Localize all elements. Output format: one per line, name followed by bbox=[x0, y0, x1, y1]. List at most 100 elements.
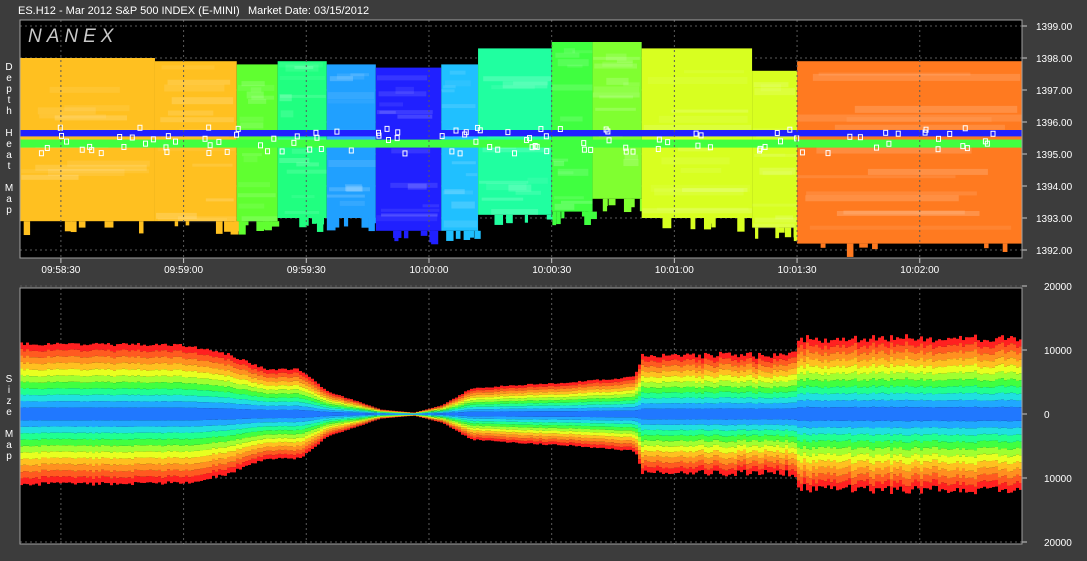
size-band-upper bbox=[545, 386, 548, 390]
size-band-lower bbox=[95, 432, 98, 439]
size-band-upper bbox=[266, 393, 269, 398]
size-band-upper bbox=[266, 385, 269, 390]
size-band-upper bbox=[212, 357, 215, 363]
size-band-upper bbox=[62, 388, 65, 395]
size-band-lower bbox=[341, 422, 344, 424]
size-band-upper bbox=[191, 377, 194, 384]
size-band-upper bbox=[563, 388, 566, 392]
size-band-lower bbox=[548, 414, 551, 417]
size-band-upper bbox=[569, 405, 572, 409]
size-band-upper bbox=[584, 396, 587, 400]
size-band-upper bbox=[260, 366, 263, 371]
size-band-upper bbox=[479, 399, 482, 403]
size-band-lower bbox=[248, 418, 251, 424]
size-band-upper bbox=[215, 385, 218, 392]
size-band-upper bbox=[437, 408, 440, 410]
size-band-lower bbox=[44, 451, 47, 458]
size-band-lower bbox=[161, 465, 164, 472]
size-band-lower bbox=[524, 416, 527, 420]
size-band-upper bbox=[176, 369, 179, 376]
size-band-upper bbox=[275, 394, 278, 399]
size-band-upper bbox=[26, 362, 29, 369]
size-band-upper bbox=[431, 412, 434, 413]
size-band-lower bbox=[185, 444, 188, 451]
size-band-upper bbox=[536, 395, 539, 398]
size-band-upper bbox=[68, 401, 71, 408]
size-band-lower bbox=[200, 438, 203, 445]
size-band-lower bbox=[437, 418, 440, 419]
size-band-lower bbox=[629, 430, 632, 434]
size-band-upper bbox=[551, 391, 554, 395]
size-band-upper bbox=[239, 389, 242, 395]
size-band-lower bbox=[242, 442, 245, 448]
size-band-upper bbox=[512, 406, 515, 409]
size-band-lower bbox=[545, 414, 548, 417]
size-band-lower bbox=[464, 433, 467, 436]
size-band-upper bbox=[68, 407, 71, 414]
size-band-upper bbox=[503, 398, 506, 402]
size-band-lower bbox=[134, 463, 137, 470]
size-band-lower bbox=[509, 414, 512, 417]
size-band-lower bbox=[71, 464, 74, 471]
size-band-lower bbox=[377, 418, 380, 419]
size-band-upper bbox=[491, 406, 494, 410]
size-band-lower bbox=[50, 414, 53, 421]
size-band-upper bbox=[62, 369, 65, 376]
size-band-upper bbox=[245, 404, 248, 410]
heat-streak bbox=[483, 76, 552, 82]
size-band-upper bbox=[488, 409, 491, 412]
size-band-upper bbox=[374, 413, 377, 414]
heat-streak bbox=[376, 75, 428, 81]
size-band-lower bbox=[71, 439, 74, 446]
size-band-lower bbox=[452, 414, 455, 416]
size-band-lower bbox=[200, 420, 203, 427]
size-band-upper bbox=[530, 386, 533, 390]
size-band-lower bbox=[227, 419, 230, 425]
size-band-lower bbox=[377, 414, 380, 415]
size-band-lower bbox=[341, 415, 344, 418]
size-band-upper bbox=[239, 369, 242, 375]
size-band-lower bbox=[56, 469, 59, 477]
size-band-lower bbox=[482, 418, 485, 422]
size-band-upper bbox=[131, 356, 134, 363]
size-band-upper bbox=[155, 362, 158, 370]
size-band-upper bbox=[182, 377, 185, 384]
size-band-upper bbox=[137, 381, 140, 389]
size-band-upper bbox=[104, 350, 107, 357]
size-band-upper bbox=[560, 405, 563, 409]
size-band-upper bbox=[431, 410, 434, 411]
size-band-lower bbox=[572, 439, 575, 443]
size-band-upper bbox=[41, 345, 44, 352]
size-band-lower bbox=[425, 414, 428, 415]
size-band-upper bbox=[596, 407, 599, 411]
size-band-lower bbox=[146, 457, 149, 464]
size-band-upper bbox=[242, 409, 245, 414]
size-band-upper bbox=[521, 398, 524, 402]
size-band-upper bbox=[188, 377, 191, 384]
size-band-upper bbox=[527, 397, 530, 401]
size-band-upper bbox=[281, 401, 284, 406]
size-band-lower bbox=[470, 414, 473, 417]
size-band-lower bbox=[80, 464, 83, 471]
size-band-upper bbox=[602, 388, 605, 393]
size-band-upper bbox=[74, 388, 77, 395]
size-band-upper bbox=[185, 353, 188, 360]
size-band-upper bbox=[224, 360, 227, 366]
size-band-upper bbox=[263, 372, 266, 377]
heat-streak bbox=[397, 114, 433, 119]
size-band-lower bbox=[551, 427, 554, 431]
size-band-lower bbox=[632, 424, 635, 428]
size-band-upper bbox=[629, 386, 632, 391]
size-band-upper bbox=[146, 383, 149, 390]
size-band-upper bbox=[59, 375, 62, 383]
size-band-lower bbox=[488, 437, 491, 441]
size-band-lower bbox=[503, 431, 506, 435]
size-band-upper bbox=[275, 378, 278, 383]
size-band-lower bbox=[125, 458, 128, 466]
size-band-upper bbox=[443, 405, 446, 407]
size-band-lower bbox=[122, 471, 125, 478]
size-band-lower bbox=[320, 419, 323, 422]
size-band-lower bbox=[317, 430, 320, 434]
size-band-upper bbox=[569, 402, 572, 406]
size-band-upper bbox=[470, 388, 473, 392]
